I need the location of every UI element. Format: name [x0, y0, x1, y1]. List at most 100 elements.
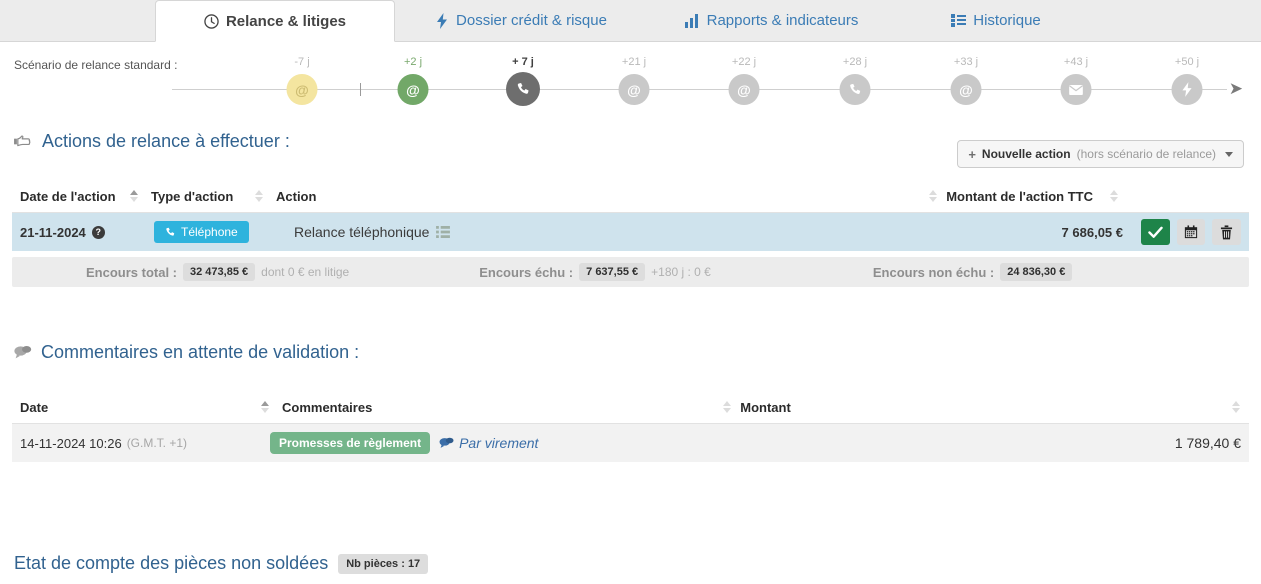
timeline-node-at-plus22[interactable]: @	[728, 74, 760, 105]
footer-count-badge: Nb pièces : 17	[338, 553, 429, 574]
timeline-node-label: +22 j	[731, 56, 757, 68]
encours-echu-group: Encours échu : 7 637,55 € +180 j : 0 €	[479, 263, 711, 281]
timeline-node-at-minus7[interactable]: @	[286, 74, 318, 105]
reschedule-action-button[interactable]	[1176, 219, 1206, 245]
help-icon[interactable]: ?	[91, 225, 105, 239]
delete-action-button[interactable]	[1212, 219, 1242, 245]
cell-date-action: 21-11-2024 ?	[12, 225, 136, 240]
at-icon: @	[627, 81, 641, 98]
encours-echu-note: +180 j : 0 €	[651, 265, 711, 279]
tab-rapports-indicateurs[interactable]: Rapports & indicateurs	[647, 0, 896, 41]
column-header-comments[interactable]: Commentaires	[278, 400, 714, 415]
cell-row-actions	[1131, 219, 1249, 245]
mail-icon	[1069, 84, 1084, 96]
comments-section-heading: Commentaires en attente de validation :	[0, 335, 1261, 369]
cell-type-action: Téléphone	[136, 221, 276, 243]
new-action-button[interactable]: + Nouvelle action (hors scénario de rela…	[957, 140, 1244, 168]
list-icon[interactable]	[436, 226, 451, 238]
timeline-node-label: +33 j	[953, 56, 979, 68]
comment-link[interactable]: Par virement	[439, 435, 538, 451]
tab-label: Historique	[973, 12, 1041, 29]
new-action-label: Nouvelle action	[981, 147, 1071, 161]
sort-toggle-comment-amount-left[interactable]	[723, 401, 732, 413]
table-row[interactable]: 14-11-2024 10:26 (G.M.T. +1) Promesses d…	[12, 424, 1249, 462]
at-icon: @	[737, 81, 751, 98]
validate-action-button[interactable]	[1141, 219, 1170, 245]
encours-non-echu-label: Encours non échu :	[872, 264, 995, 280]
column-header-action[interactable]: Action	[272, 189, 920, 204]
comments-table: Date Commentaires Montant 14-11-2024 10:…	[12, 391, 1249, 462]
timeline-node-bolt-plus50[interactable]	[1171, 74, 1203, 105]
sort-toggle-comment-amount[interactable]	[1232, 401, 1241, 413]
at-icon: @	[295, 81, 309, 98]
comment-icon	[439, 437, 454, 449]
encours-echu-value: 7 637,55 €	[579, 263, 646, 281]
tab-historique[interactable]: Historique	[896, 0, 1096, 41]
tab-dossier-credit-risque[interactable]: Dossier crédit & risque	[395, 0, 647, 41]
sort-toggle-date[interactable]	[130, 190, 138, 202]
scenario-label: Scénario de relance standard :	[14, 58, 178, 72]
timeline-node-label: -7 j	[294, 56, 310, 68]
timeline-node-at-plus21[interactable]: @	[618, 74, 650, 105]
column-header-comment-date[interactable]: Date	[12, 400, 252, 415]
encours-total-value: 32 473,85 €	[183, 263, 256, 281]
timeline-node-label: +28 j	[842, 56, 868, 68]
bar-chart-icon	[684, 13, 700, 28]
cell-amount: 7 686,05 €	[1061, 224, 1123, 240]
actions-table: Date de l'action Type d'action Action Mo…	[12, 180, 1249, 251]
cell-action: Relance téléphonique	[276, 224, 971, 240]
sort-toggle-amount[interactable]	[1110, 190, 1118, 202]
at-icon: @	[959, 81, 973, 98]
comment-timezone: (G.M.T. +1)	[126, 436, 188, 450]
cell-comment-date: 14-11-2024 10:26 (G.M.T. +1)	[12, 436, 264, 451]
comment-category-badge: Promesses de règlement	[270, 432, 431, 454]
type-badge-telephone[interactable]: Téléphone	[154, 221, 249, 243]
footer-section: Etat de compte des pièces non soldées Nb…	[14, 553, 429, 574]
tab-label: Relance & litiges	[225, 12, 347, 30]
column-header-type-action[interactable]: Type d'action	[147, 189, 265, 204]
encours-total-note: dont 0 € en litige	[261, 265, 350, 279]
timeline-node-label: +2 j	[403, 56, 423, 68]
type-badge-label: Téléphone	[181, 225, 238, 239]
comments-table-header: Date Commentaires Montant	[12, 391, 1249, 424]
new-action-sublabel: (hors scénario de relance)	[1076, 147, 1216, 161]
timeline-arrow-icon: ➤	[1228, 79, 1243, 98]
sort-toggle-type[interactable]	[255, 190, 263, 202]
sort-toggle-amount-left[interactable]	[929, 190, 938, 202]
column-header-comment-montant[interactable]: Montant	[740, 400, 799, 415]
encours-non-echu-value: 24 836,30 €	[1000, 263, 1073, 281]
chevron-down-icon[interactable]	[1225, 151, 1233, 157]
encours-non-echu-group: Encours non échu : 24 836,30 €	[872, 263, 1073, 281]
list-icon	[951, 14, 967, 27]
tab-bar: Relance & litiges Dossier crédit & risqu…	[0, 0, 1261, 42]
phone-icon	[848, 83, 862, 97]
clock-icon	[204, 13, 219, 29]
bolt-icon	[435, 12, 449, 29]
scenario-timeline: Scénario de relance standard : ➤ -7 j @ …	[0, 42, 1261, 106]
timeline-node-label: +43 j	[1063, 56, 1089, 68]
timeline-node-phone-plus7[interactable]	[506, 72, 540, 106]
timeline-node-phone-plus28[interactable]	[839, 74, 871, 105]
tab-label: Rapports & indicateurs	[706, 12, 859, 29]
actions-table-header: Date de l'action Type d'action Action Mo…	[12, 180, 1249, 213]
action-text: Relance téléphonique	[294, 224, 430, 240]
sort-toggle-comment-date[interactable]	[261, 401, 269, 413]
timeline-node-mail-plus43[interactable]	[1060, 74, 1092, 105]
table-row[interactable]: 21-11-2024 ? Téléphone Relance téléphoni…	[12, 213, 1249, 251]
actions-section-title: Actions de relance à effectuer :	[42, 130, 290, 151]
phone-icon	[165, 227, 176, 238]
timeline-node-at-plus2[interactable]: @	[397, 74, 429, 105]
tab-relance-litiges[interactable]: Relance & litiges	[155, 0, 395, 42]
plus-icon: +	[968, 146, 976, 162]
encours-echu-label: Encours échu :	[479, 264, 574, 280]
column-header-montant-action[interactable]: Montant de l'action TTC	[946, 189, 1101, 204]
cell-comment-amount: 1 789,40 €	[1174, 435, 1241, 451]
comment-link-label: Par virement	[459, 435, 539, 451]
timeline-node-label: + 7 j	[512, 56, 534, 68]
timeline-node-at-plus33[interactable]: @	[950, 74, 982, 105]
encours-summary-bar: Encours total : 32 473,85 € dont 0 € en …	[12, 257, 1249, 287]
column-header-date-action[interactable]: Date de l'action	[12, 189, 136, 204]
encours-total-label: Encours total :	[86, 264, 178, 280]
timeline-due-separator	[360, 83, 361, 96]
cell-comment-body: Promesses de règlement Par virement	[264, 432, 1019, 454]
